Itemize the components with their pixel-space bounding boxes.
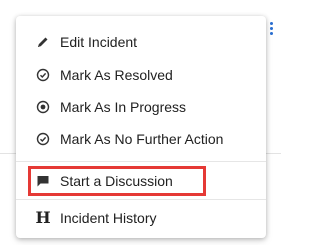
menu-item-mark-as-no-further-action[interactable]: Mark As No Further Action	[16, 123, 266, 155]
check-circle-icon	[36, 132, 50, 146]
menu-item-label: Mark As Resolved	[60, 67, 173, 83]
background-divider	[0, 153, 16, 154]
menu-item-label: Mark As In Progress	[60, 99, 187, 115]
menu-item-label: Edit Incident	[60, 34, 138, 50]
menu-item-edit-incident[interactable]: Edit Incident	[16, 26, 266, 58]
menu-item-label: Incident History	[60, 210, 157, 226]
menu-divider	[16, 161, 266, 162]
background-divider	[266, 153, 281, 154]
menu-item-mark-as-resolved[interactable]: Mark As Resolved	[16, 59, 266, 91]
radio-dot-icon	[36, 100, 50, 114]
menu-divider	[16, 199, 266, 200]
menu-item-incident-history[interactable]: H Incident History	[16, 202, 266, 234]
highlight-box	[28, 166, 206, 196]
kebab-menu-icon[interactable]	[270, 22, 274, 36]
pencil-icon	[36, 35, 50, 49]
check-circle-icon	[36, 68, 50, 82]
incident-actions-menu: Edit Incident Mark As Resolved Mark As I…	[16, 16, 266, 238]
menu-item-mark-as-in-progress[interactable]: Mark As In Progress	[16, 91, 266, 123]
h-letter-icon: H	[35, 208, 51, 227]
menu-item-label: Mark As No Further Action	[60, 131, 224, 147]
